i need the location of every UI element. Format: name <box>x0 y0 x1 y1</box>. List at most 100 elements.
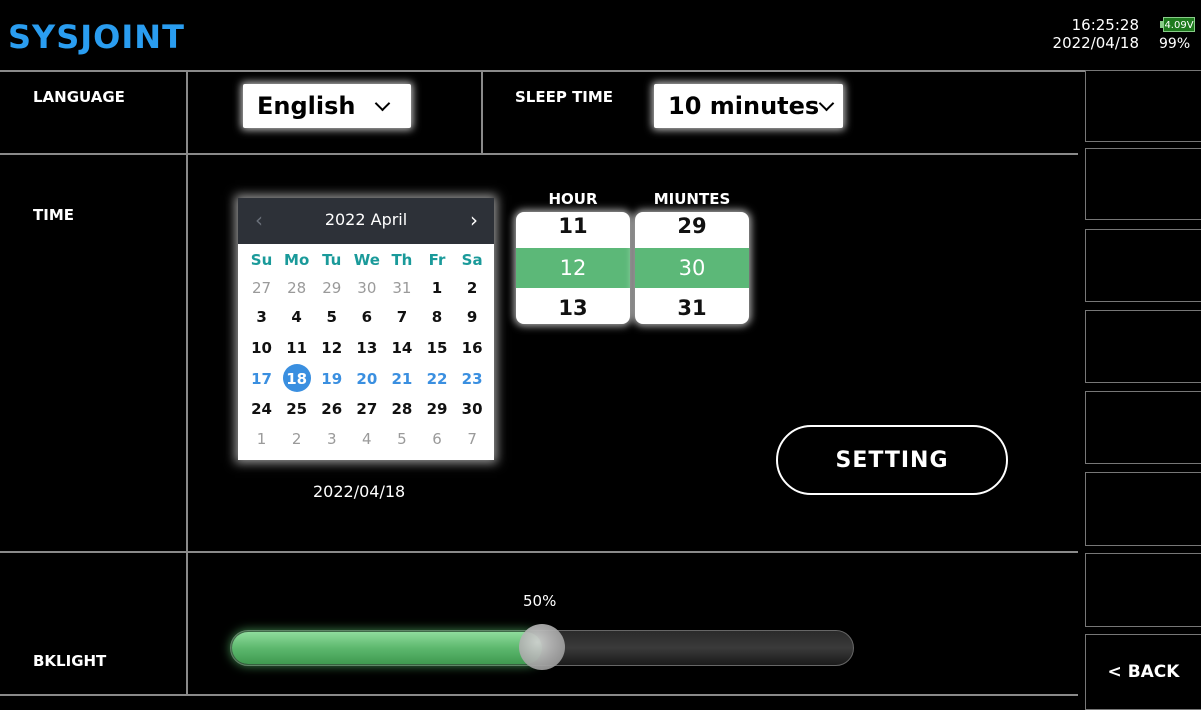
weekday: Fr <box>428 251 446 269</box>
calendar-week: 10 11 12 13 14 15 16 <box>244 339 490 357</box>
calendar-day[interactable]: 16 <box>455 339 490 357</box>
calendar-day[interactable]: 4 <box>349 430 384 448</box>
calendar-week: 3456789 <box>244 308 490 326</box>
divider <box>186 70 188 695</box>
weekday: Th <box>391 251 413 269</box>
divider <box>0 551 1078 553</box>
weekday: Su <box>250 251 273 269</box>
minutes-selected[interactable]: 30 <box>635 248 749 288</box>
calendar-day[interactable]: 11 <box>279 339 314 357</box>
sleep-time-value: 10 minutes <box>668 92 820 120</box>
sleep-time-label: SLEEP TIME <box>515 88 614 106</box>
calendar-day[interactable]: 21 <box>384 370 419 388</box>
sysjoint-logo: SYSJOINT <box>8 18 185 56</box>
side-button-3[interactable] <box>1085 229 1201 302</box>
battery-voltage: 4.09V <box>1163 17 1195 32</box>
calendar-day-selected: 18 <box>286 370 308 388</box>
side-button-2[interactable] <box>1085 148 1201 220</box>
calendar-day[interactable]: 4 <box>279 308 314 326</box>
side-button-4[interactable] <box>1085 310 1201 383</box>
calendar-day[interactable]: 3 <box>244 308 279 326</box>
calendar-day[interactable]: 31 <box>384 279 419 297</box>
calendar-day[interactable]: 23 <box>455 370 490 388</box>
calendar-day[interactable]: 22 <box>419 370 454 388</box>
backlight-label: BKLIGHT <box>33 652 107 670</box>
calendar-day[interactable]: 30 <box>349 279 384 297</box>
calendar-day[interactable]: 7 <box>455 430 490 448</box>
hour-prev[interactable]: 11 <box>516 214 630 238</box>
calendar-day[interactable]: 6 <box>349 308 384 326</box>
divider <box>481 70 483 154</box>
backlight-slider-thumb[interactable] <box>519 624 565 670</box>
calendar-day[interactable]: 28 <box>384 400 419 418</box>
minutes-label: MIUNTES <box>653 190 731 208</box>
back-label: < BACK <box>1107 662 1180 682</box>
weekday: Mo <box>284 251 310 269</box>
calendar-day[interactable]: 27 <box>244 279 279 297</box>
side-button-5[interactable] <box>1085 391 1201 464</box>
hour-next[interactable]: 13 <box>516 296 630 320</box>
weekday: Tu <box>322 251 342 269</box>
next-month-icon[interactable]: › <box>470 208 478 232</box>
language-label: LANGUAGE <box>33 88 125 106</box>
calendar-day[interactable]: 12 <box>314 339 349 357</box>
calendar-day[interactable]: 1 <box>419 279 454 297</box>
minutes-picker[interactable]: 29 30 31 <box>635 212 749 324</box>
calendar-day[interactable]: 29 <box>314 279 349 297</box>
calendar-day[interactable]: 18 <box>279 364 314 392</box>
calendar-day[interactable]: 9 <box>455 308 490 326</box>
calendar-day[interactable]: 3 <box>314 430 349 448</box>
calendar-day[interactable]: 5 <box>384 430 419 448</box>
side-button-6[interactable] <box>1085 472 1201 546</box>
calendar-day[interactable]: 15 <box>419 339 454 357</box>
calendar-day[interactable]: 30 <box>455 400 490 418</box>
clock-date: 2022/04/18 <box>1052 34 1139 52</box>
backlight-slider-fill <box>232 632 542 664</box>
calendar-day[interactable]: 20 <box>349 370 384 388</box>
calendar-header: ‹ 2022 April › <box>238 198 494 244</box>
side-button-1[interactable] <box>1085 70 1201 142</box>
calendar-day[interactable]: 14 <box>384 339 419 357</box>
divider <box>0 70 1085 72</box>
calendar-day[interactable]: 26 <box>314 400 349 418</box>
calendar-day[interactable]: 7 <box>384 308 419 326</box>
calendar-day[interactable]: 5 <box>314 308 349 326</box>
calendar-day[interactable]: 10 <box>244 339 279 357</box>
calendar-day[interactable]: 1 <box>244 430 279 448</box>
side-button-7[interactable] <box>1085 553 1201 627</box>
language-select[interactable]: English <box>243 84 411 128</box>
calendar-day[interactable]: 28 <box>279 279 314 297</box>
language-value: English <box>257 92 356 120</box>
calendar-title: 2022 April <box>324 210 408 229</box>
calendar-day[interactable]: 6 <box>419 430 454 448</box>
calendar-day[interactable]: 29 <box>419 400 454 418</box>
minutes-prev[interactable]: 29 <box>635 214 749 238</box>
hour-picker[interactable]: 11 12 13 <box>516 212 630 324</box>
calendar-day[interactable]: 2 <box>455 279 490 297</box>
calendar-week: 17 18 19 20 21 22 23 <box>244 364 490 392</box>
calendar-day[interactable]: 25 <box>279 400 314 418</box>
clock: 16:25:28 2022/04/18 <box>1053 16 1139 52</box>
clock-time: 16:25:28 <box>1071 16 1139 34</box>
calendar-day[interactable]: 17 <box>244 370 279 388</box>
calendar-day[interactable]: 24 <box>244 400 279 418</box>
chevron-down-icon <box>818 95 835 111</box>
back-button[interactable]: < BACK <box>1085 634 1201 710</box>
weekday: We <box>353 251 380 269</box>
sleep-time-select[interactable]: 10 minutes <box>654 84 843 128</box>
calendar-week: 27 28 29 30 31 1 2 <box>244 279 490 297</box>
hour-selected[interactable]: 12 <box>516 248 630 288</box>
minutes-next[interactable]: 31 <box>635 296 749 320</box>
calendar-day[interactable]: 19 <box>314 370 349 388</box>
calendar-day[interactable]: 27 <box>349 400 384 418</box>
calendar-weekdays: Su Mo Tu We Th Fr Sa <box>244 251 490 269</box>
calendar: ‹ 2022 April › Su Mo Tu We Th Fr Sa 27 28… <box>238 198 494 460</box>
calendar-day[interactable]: 8 <box>419 308 454 326</box>
calendar-day[interactable]: 13 <box>349 339 384 357</box>
chevron-down-icon <box>375 95 391 111</box>
divider <box>0 694 1078 696</box>
setting-button[interactable]: SETTING <box>776 425 1008 495</box>
battery-percent: 99% <box>1159 36 1191 52</box>
hour-label: HOUR <box>548 190 598 208</box>
calendar-day[interactable]: 2 <box>279 430 314 448</box>
